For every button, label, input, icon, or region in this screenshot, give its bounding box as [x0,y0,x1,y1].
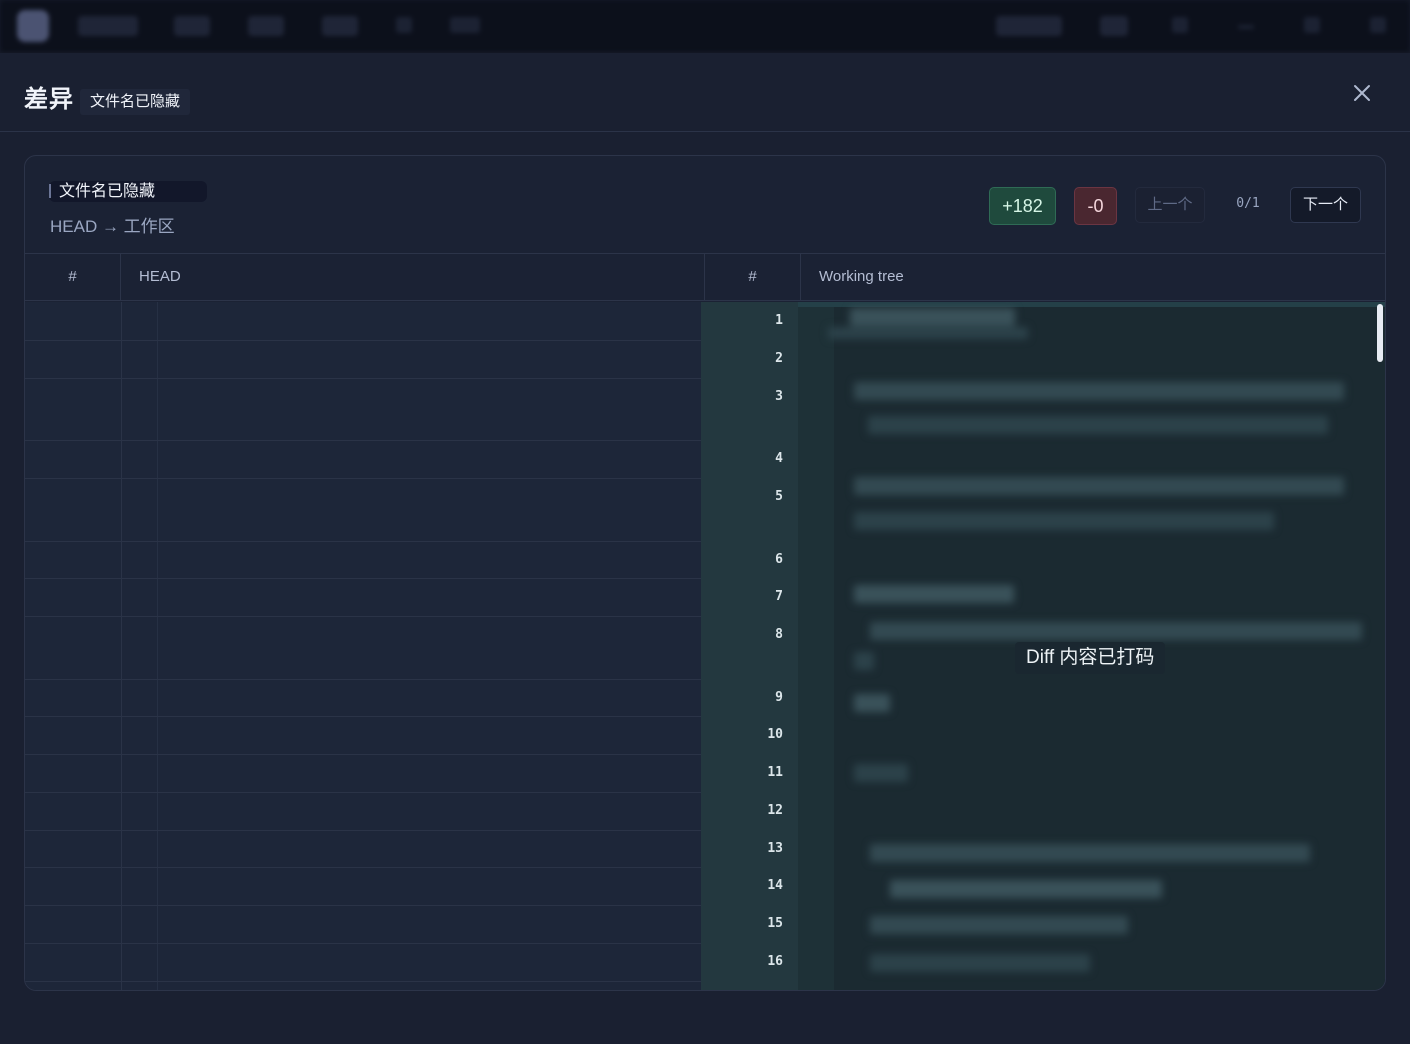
diff-scrollbar[interactable] [1377,304,1383,362]
diff-body[interactable]: 1 2 3 4 5 6 7 8 9 10 11 12 13 14 15 16 D… [25,302,1385,990]
app-menu-item [78,16,138,36]
diff-file-name: 文件名已隐藏 [49,181,207,202]
working-tree-line-numbers: 1 2 3 4 5 6 7 8 9 10 11 12 13 14 15 16 [701,302,798,990]
line-number: 14 [767,878,783,893]
line-number: 5 [775,489,783,504]
file-name-chip: 文件名已隐藏 [80,89,191,115]
row-separator [25,754,701,755]
line-number: 2 [775,351,783,366]
diff-card-header: 文件名已隐藏 HEAD → 工作区 +182 -0 上一个 0/1 下一个 [25,156,1385,254]
line-number: 13 [767,841,783,856]
line-number: 8 [775,627,783,642]
line-number: 1 [775,313,783,328]
deletions-badge: -0 [1074,187,1117,225]
row-separator [25,981,701,982]
previous-change-button[interactable]: 上一个 [1135,187,1205,223]
masked-content-notice: Diff 内容已打码 [1015,642,1166,674]
row-separator [25,943,701,944]
change-counter: 0/1 [1236,196,1260,211]
head-pane [25,302,701,990]
app-menu-item [322,16,358,36]
line-number: 12 [767,803,783,818]
app-toolbar-icon [450,17,480,33]
row-separator [25,340,701,341]
line-number: 10 [767,727,783,742]
app-menu-item [1100,16,1128,36]
next-change-button[interactable]: 下一个 [1290,187,1361,223]
app-titlebar [0,0,1410,52]
row-separator [25,679,701,680]
gutter-divider [121,302,122,990]
diff-card: 文件名已隐藏 HEAD → 工作区 +182 -0 上一个 0/1 下一个 # … [24,155,1386,991]
row-separator [25,578,701,579]
row-separator [25,830,701,831]
row-separator [25,478,701,479]
diff-column-header: # HEAD # Working tree [25,254,1385,301]
app-menu-item [174,16,210,36]
modal-title: 差异 [24,86,74,113]
maximize-icon [1304,17,1320,33]
gutter-divider [157,302,158,990]
modal-header: 差异 文件名已隐藏 [0,53,1410,132]
minimize-icon [1238,25,1254,29]
diff-modal: 差异 文件名已隐藏 文件名已隐藏 HEAD → 工作区 +182 -0 上一个 … [0,53,1410,1044]
close-button[interactable] [1348,79,1376,107]
window-close-icon [1370,17,1386,33]
app-toolbar-icon [1172,17,1188,33]
line-number: 6 [775,552,783,567]
left-pane-header: HEAD [121,254,705,300]
app-menu-item [248,16,284,36]
app-toolbar-icon [396,17,412,33]
line-number: 11 [767,765,783,780]
row-separator [25,440,701,441]
close-icon [1354,85,1370,101]
row-separator [25,867,701,868]
line-number: 3 [775,389,783,404]
app-menu-item [996,16,1062,36]
diff-revisions: HEAD → 工作区 [50,217,175,236]
right-line-number-header: # [705,254,801,300]
line-number: 7 [775,589,783,604]
line-number: 16 [767,954,783,969]
row-separator [25,378,701,379]
line-number: 9 [775,690,783,705]
row-separator [25,541,701,542]
left-line-number-header: # [25,254,121,300]
row-separator [25,792,701,793]
working-tree-pane: Diff 内容已打码 [798,302,1385,990]
app-logo-icon [17,10,49,42]
additions-badge: +182 [989,187,1056,225]
right-pane-header: Working tree [819,268,904,285]
row-separator [25,905,701,906]
line-number: 4 [775,451,783,466]
line-number: 15 [767,916,783,931]
row-separator [25,616,701,617]
row-separator [25,716,701,717]
